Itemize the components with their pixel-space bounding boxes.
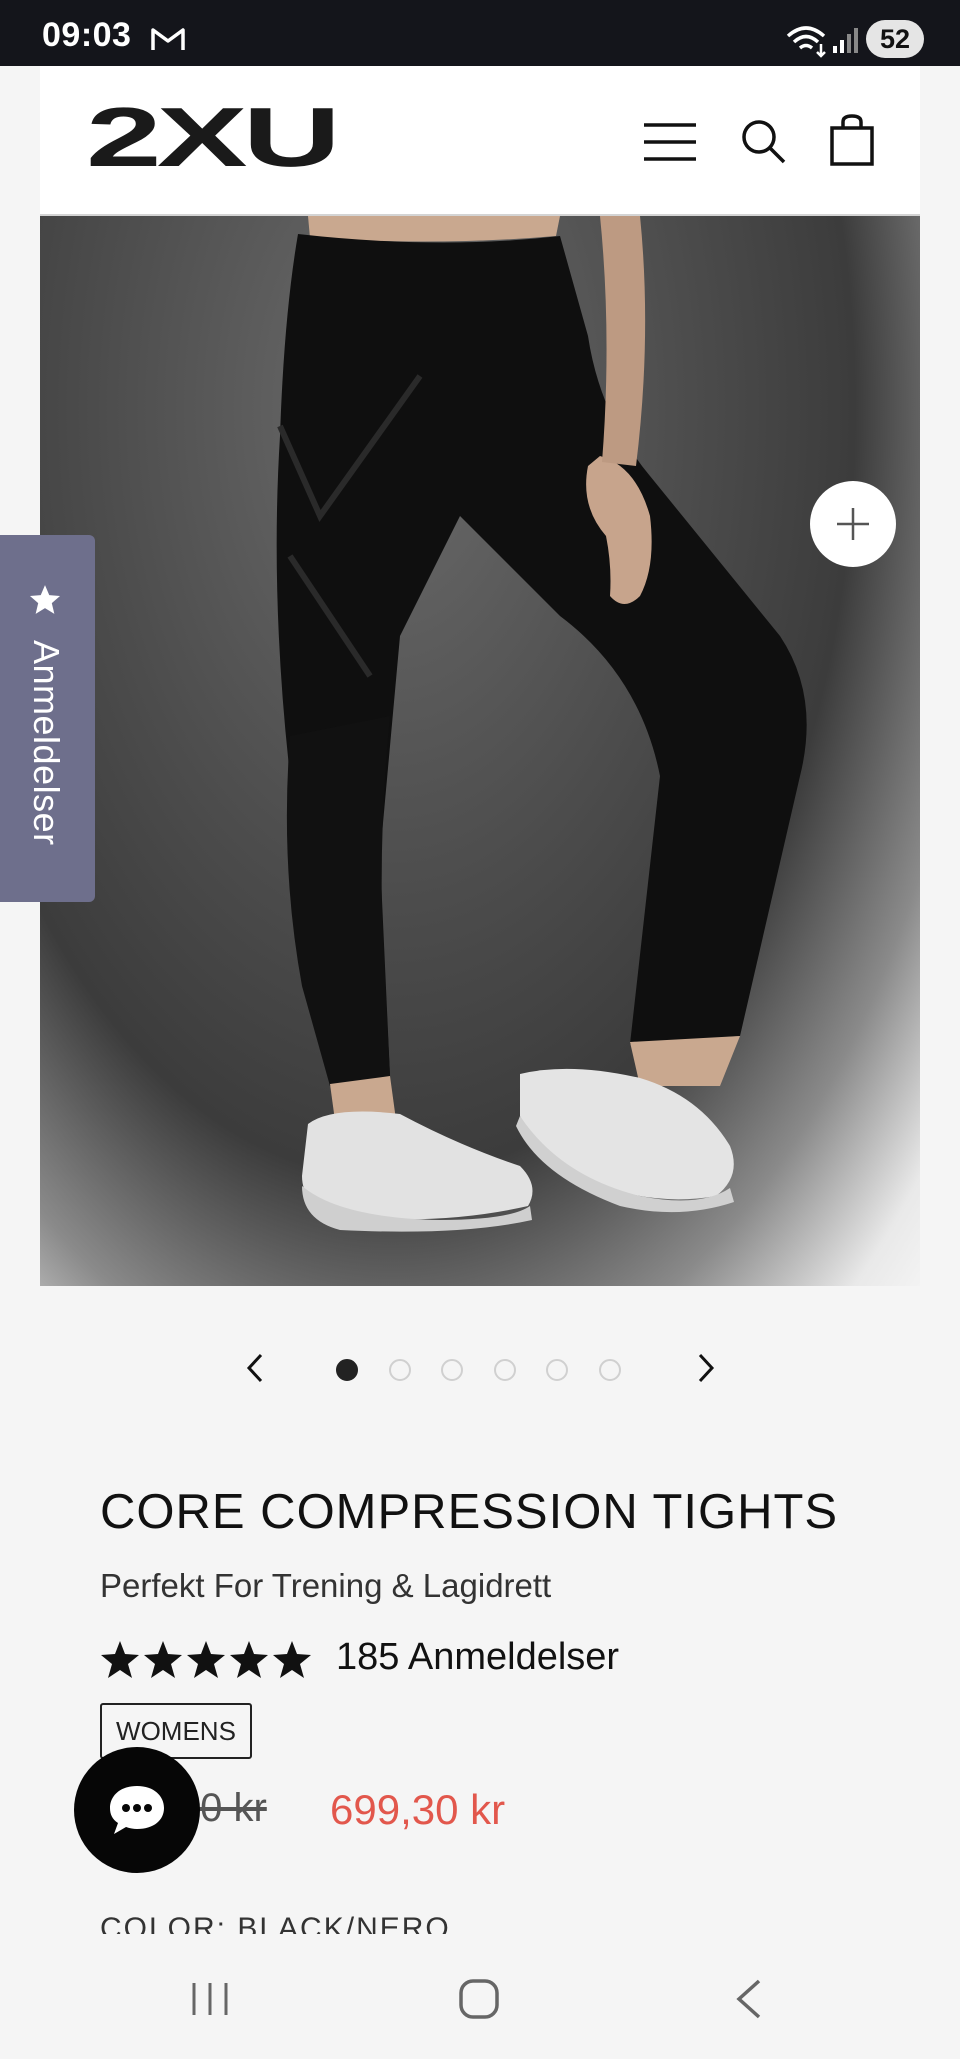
carousel-dot[interactable] [493, 1359, 516, 1381]
carousel-prev-icon[interactable] [243, 1352, 267, 1384]
star-icon [230, 1641, 268, 1678]
product-image[interactable] [40, 216, 920, 1286]
star-icon [144, 1641, 182, 1678]
wifi-icon [786, 26, 826, 58]
cart-icon[interactable] [830, 114, 874, 166]
review-count[interactable]: 185 Anmeldelser [336, 1636, 619, 1679]
star-icon [101, 1641, 139, 1678]
product-photo [276, 216, 807, 1232]
carousel-dot[interactable] [598, 1359, 621, 1381]
menu-icon[interactable] [644, 122, 696, 162]
reviews-tab-label: Anmeldelser [26, 640, 67, 846]
status-bar: 09:03 52 [0, 0, 960, 66]
system-nav-bar [0, 1936, 960, 2059]
chat-bubble-icon [110, 1786, 164, 1834]
site-header: 2XU [40, 66, 920, 216]
carousel-dot[interactable] [546, 1359, 568, 1381]
carousel-dot[interactable] [336, 1359, 358, 1381]
zoom-button[interactable] [810, 481, 896, 567]
star-icon [187, 1641, 225, 1678]
battery-badge: 52 [866, 20, 924, 58]
home-icon[interactable] [458, 1978, 500, 2020]
brand-logo[interactable]: 2XU [86, 106, 336, 172]
back-icon[interactable] [733, 1978, 763, 2020]
logo-text: 2XU [86, 106, 336, 172]
carousel-dot[interactable] [441, 1359, 463, 1381]
signal-icon [833, 28, 858, 53]
gmail-icon [151, 28, 185, 50]
star-icon [273, 1641, 311, 1678]
search-icon[interactable] [740, 118, 786, 164]
product-title: CORE COMPRESSION TIGHTS [100, 1485, 839, 1539]
chat-button[interactable] [74, 1747, 200, 1873]
plus-icon [837, 508, 869, 540]
rating-stars[interactable] [100, 1640, 312, 1682]
recents-icon[interactable] [190, 1981, 230, 2017]
reviews-tab[interactable]: Anmeldelser [0, 535, 95, 902]
carousel-dot[interactable] [388, 1359, 411, 1381]
status-time: 09:03 [42, 16, 132, 54]
color-label: COLOR: BLACK/NERO [100, 1912, 451, 1934]
carousel-next-icon[interactable] [694, 1352, 718, 1384]
star-icon [29, 585, 61, 614]
sale-price: 699,30 kr [330, 1786, 506, 1833]
product-subtitle: Perfekt For Trening & Lagidrett [100, 1567, 552, 1604]
